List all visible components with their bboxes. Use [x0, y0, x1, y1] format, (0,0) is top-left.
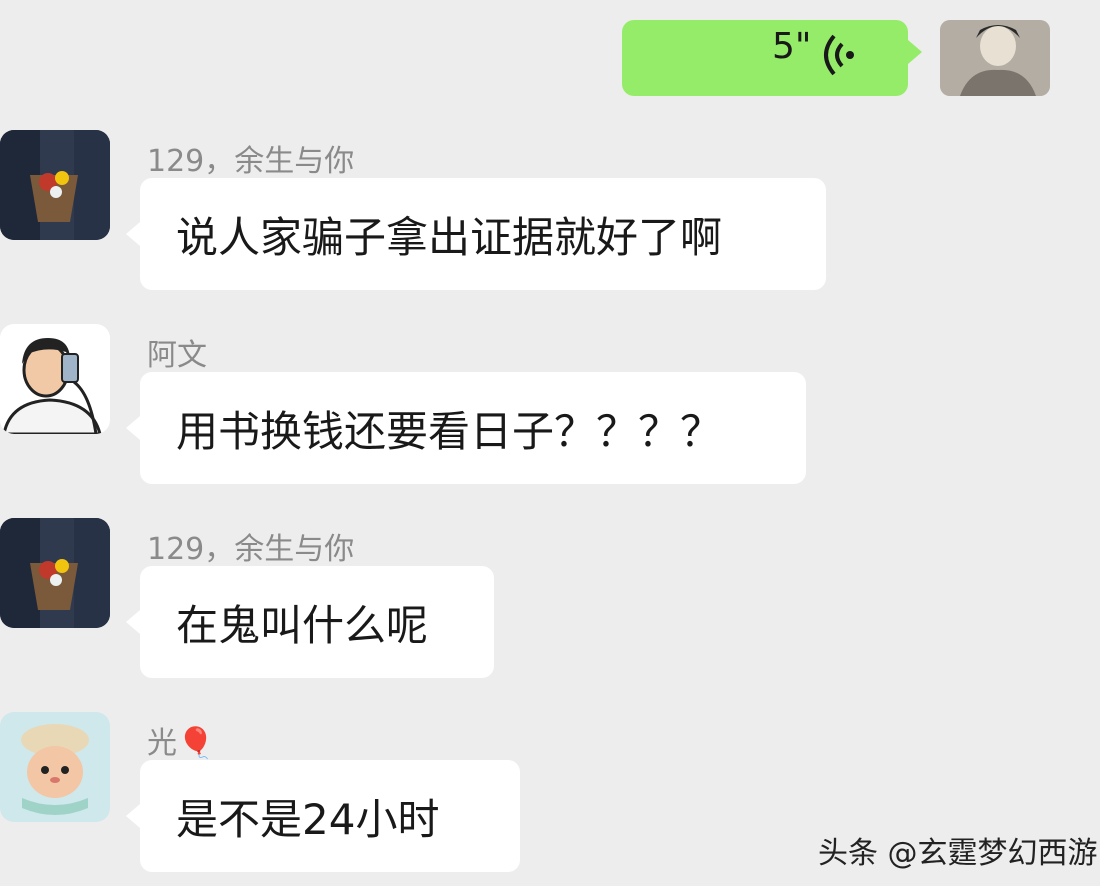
avatar-awen[interactable] [0, 324, 110, 434]
sender-name: 129，余生与你 [147, 144, 355, 179]
message-bubble[interactable]: 在鬼叫什么呢 [126, 566, 494, 678]
voice-wave-icon [824, 34, 854, 76]
sender-name: 129，余生与你 [147, 532, 355, 567]
my-avatar[interactable] [940, 20, 1050, 96]
message-bubble[interactable]: 用书换钱还要看日子？？？？ [126, 372, 806, 484]
message-bubble[interactable]: 说人家骗子拿出证据就好了啊 [126, 178, 826, 290]
avatar-129[interactable] [0, 130, 110, 240]
voice-message-bubble[interactable]: 5" [622, 20, 922, 96]
voice-duration: 5" [772, 26, 812, 67]
avatar-129[interactable] [0, 518, 110, 628]
watermark: 头条 @玄霆梦幻西游 [818, 836, 1098, 871]
avatar-guang[interactable] [0, 712, 110, 822]
sender-name: 光🎈 [147, 726, 215, 761]
message-bubble[interactable]: 是不是24小时 [126, 760, 520, 872]
sender-name: 阿文 [147, 338, 207, 373]
